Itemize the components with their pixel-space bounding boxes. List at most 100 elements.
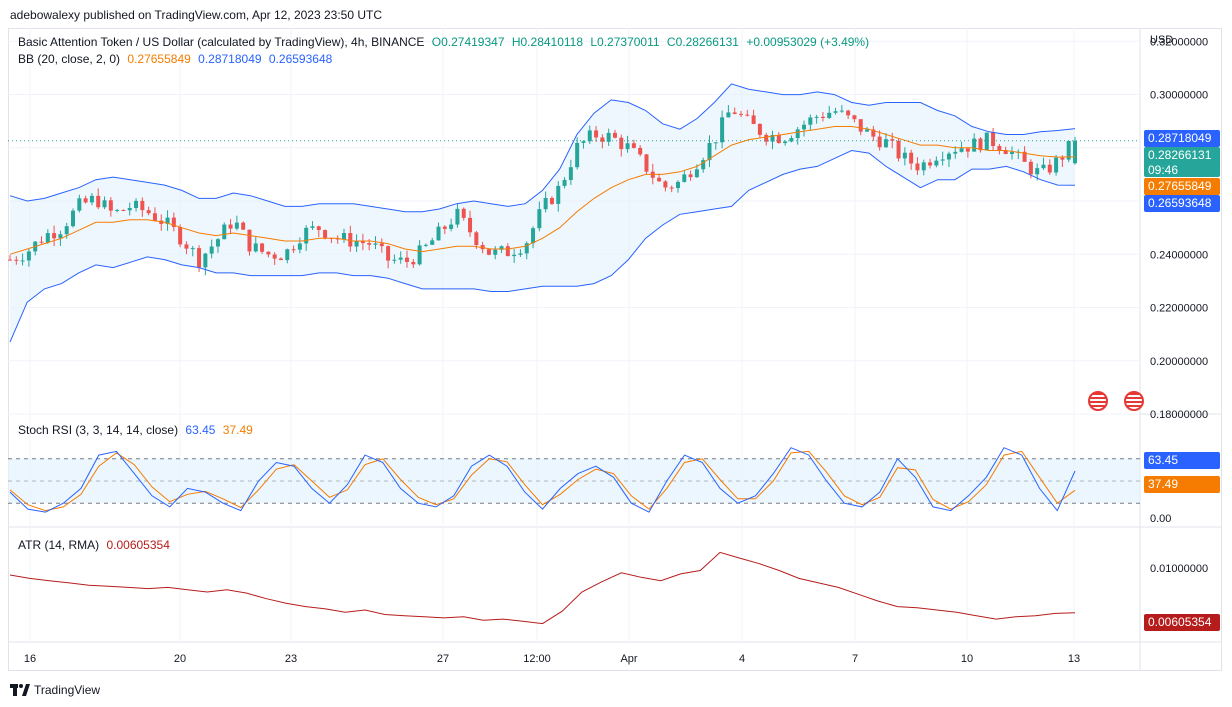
stoch-k-value: 63.45 [185, 423, 216, 437]
open-value: O0.27419347 [431, 35, 505, 49]
candle-body [688, 174, 693, 178]
candle-body [411, 261, 416, 265]
us-flag-icon-2[interactable] [1124, 391, 1144, 411]
candle-body [802, 124, 807, 130]
candle-body [341, 232, 346, 240]
candle-body [556, 185, 561, 204]
time-tick-label: 23 [285, 653, 297, 665]
candle-body [1041, 164, 1046, 169]
time-tick-label: 7 [852, 653, 858, 665]
candle-body [808, 117, 813, 125]
candle-body [442, 226, 447, 229]
price-tick-label: 0.18000000 [1150, 409, 1208, 421]
candle-body [739, 113, 744, 115]
candle-body [127, 207, 132, 211]
candle-body [222, 224, 227, 240]
candle-body [827, 112, 832, 119]
time-tick-label: 20 [174, 653, 186, 665]
bb-label: BB (20, close, 2, 0) [18, 52, 121, 66]
candle-body [26, 251, 31, 261]
candle-body [203, 253, 208, 268]
candle-body [543, 197, 548, 210]
candle-body [858, 119, 863, 132]
candle-body [644, 154, 649, 172]
candle-body [549, 197, 554, 204]
candle-body [1035, 168, 1040, 175]
low-value: L0.27370011 [590, 35, 660, 49]
candle-body [373, 243, 378, 245]
candle-body [745, 114, 750, 116]
bb-lower-value: 0.26593648 [268, 52, 333, 66]
candle-body [537, 209, 542, 229]
time-tick-label: 10 [961, 653, 973, 665]
candle-body [71, 210, 76, 227]
candle-body [14, 259, 19, 261]
symbol-label: Basic Attention Token / US Dollar (calcu… [18, 35, 425, 49]
candle-body [449, 224, 454, 229]
atr-tick-label: 0.01000000 [1150, 563, 1208, 575]
candle-body [921, 162, 926, 171]
countdown-value: 09:46 [1148, 163, 1179, 177]
candle-body [146, 210, 151, 214]
candle-body [297, 243, 302, 250]
candle-body [209, 246, 214, 254]
candle-body [833, 111, 838, 113]
candle-body [1028, 161, 1033, 175]
price-tick-label: 0.20000000 [1150, 356, 1208, 368]
candle-body [45, 233, 50, 243]
candle-body [991, 132, 996, 147]
candle-body [663, 181, 668, 188]
candle-body [367, 243, 372, 245]
candle-body [392, 259, 397, 261]
candle-body [1073, 140, 1077, 164]
candle-body [720, 117, 725, 143]
candle-body [64, 226, 69, 235]
chart-canvas[interactable]: 0.320000000.300000000.280000000.26000000… [0, 0, 1232, 707]
us-flag-icon[interactable] [1088, 391, 1108, 411]
candle-body [474, 232, 479, 246]
candle-body [228, 224, 233, 229]
atr-label: ATR (14, RMA) [18, 538, 100, 552]
candle-body [575, 142, 580, 168]
grid [8, 28, 1140, 642]
footer-brand[interactable]: TradingView [10, 683, 100, 697]
candle-body [997, 146, 1002, 151]
candle-body [814, 116, 819, 118]
candle-body [946, 153, 951, 160]
candle-body [675, 181, 680, 189]
time-tick-label: 4 [739, 653, 745, 665]
candle-body [505, 246, 510, 257]
candle-body [215, 239, 220, 247]
candle-body [83, 198, 88, 203]
candle-body [247, 229, 252, 252]
candle-body [417, 245, 422, 265]
atr-value: 0.00605354 [106, 538, 170, 552]
candle-body [190, 248, 195, 250]
candle-body [631, 143, 636, 148]
candle-body [386, 246, 391, 261]
candle-body [234, 222, 239, 229]
close-value: C0.28266131 [666, 35, 739, 49]
candle-body [839, 110, 844, 112]
candle-body [39, 241, 44, 243]
bollinger-fill [8, 83, 1140, 504]
candle-body [486, 249, 491, 255]
candle-body [398, 257, 403, 260]
main-legend: Basic Attention Token / US Dollar (calcu… [18, 35, 873, 49]
candle-body [178, 226, 183, 245]
candle-body [726, 112, 731, 118]
candle-body [612, 132, 617, 138]
candle-body [594, 130, 599, 138]
candle-body [152, 213, 157, 221]
candle-body [953, 151, 958, 154]
candle-body [323, 230, 328, 238]
time-tick-label: Apr [620, 653, 637, 665]
candle-body [266, 251, 271, 255]
candle-body [713, 142, 718, 144]
candle-body [562, 179, 567, 186]
candle-body [89, 195, 94, 203]
brand-name: TradingView [34, 683, 101, 697]
bb-upper-tag: 0.28718049 [1144, 130, 1220, 147]
candle-body [638, 147, 643, 155]
candle-body [1003, 150, 1008, 155]
